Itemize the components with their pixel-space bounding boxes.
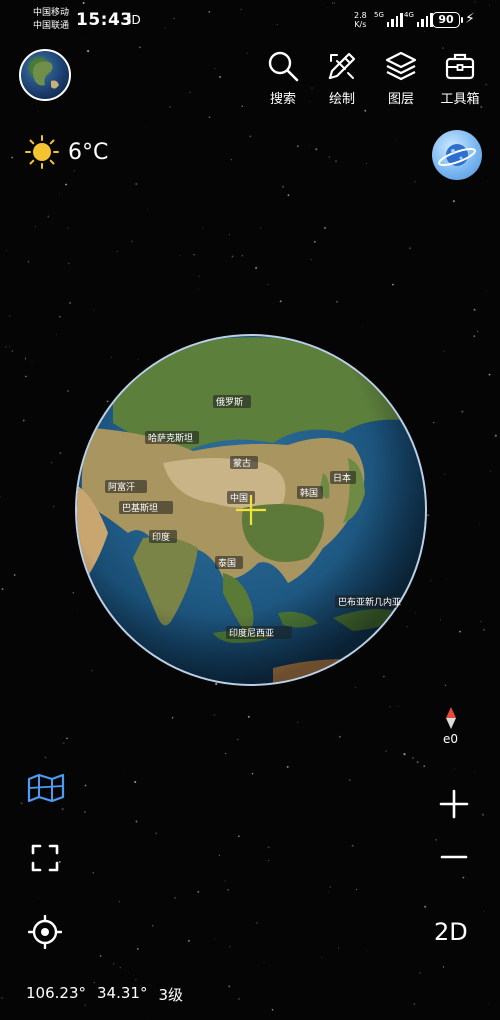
svg-text:印度: 印度 — [152, 531, 170, 543]
label-indonesia: 印度尼西亚 — [226, 626, 292, 639]
toolbox-button[interactable]: 工具箱 — [430, 49, 490, 107]
network-speed-unit: K/s — [354, 20, 367, 29]
network-speed-value: 2.8 — [354, 11, 367, 20]
svg-text:哈萨克斯坦: 哈萨克斯坦 — [148, 432, 193, 444]
label-japan: 日本 — [330, 471, 356, 484]
label-russia: 俄罗斯 — [213, 395, 251, 408]
minus-icon — [440, 855, 468, 859]
svg-text:韩国: 韩国 — [300, 487, 318, 499]
compass-heading: e0 — [443, 732, 459, 746]
earth-globe: 俄罗斯 哈萨克斯坦 蒙古 韩国 日本 阿富汗 巴基斯坦 中国 印度 泰国 巴布亚… — [75, 334, 427, 686]
map-view-button[interactable] — [27, 770, 65, 804]
compass[interactable]: e0 — [443, 707, 458, 746]
locate-button[interactable] — [27, 914, 63, 950]
label-korea: 韩国 — [297, 486, 323, 499]
weather-widget[interactable]: 6°C — [24, 134, 108, 170]
search-button[interactable]: 搜索 — [253, 49, 313, 107]
carrier-names: 中国移动 中国联通 — [33, 7, 69, 33]
label-kazakhstan: 哈萨克斯坦 — [145, 431, 199, 444]
planet-button[interactable] — [432, 130, 482, 180]
fullscreen-button[interactable] — [28, 841, 62, 875]
svg-text:阿富汗: 阿富汗 — [108, 481, 135, 493]
temperature: 6°C — [68, 139, 109, 165]
label-india: 印度 — [149, 530, 177, 543]
draw-icon — [328, 52, 356, 80]
layers-icon — [385, 51, 417, 81]
svg-text:蒙古: 蒙古 — [233, 457, 251, 469]
coordinates-readout: 106.23° 34.31° 3级 — [26, 984, 183, 1005]
layers-button[interactable]: 图层 — [371, 49, 431, 107]
svg-text:日本: 日本 — [333, 472, 351, 484]
signal-2-tag: 4G — [404, 11, 414, 19]
label-pakistan: 巴基斯坦 — [119, 501, 173, 514]
status-time: 15:43 — [76, 10, 133, 30]
locate-icon — [28, 915, 62, 949]
label-papua: 巴布亚新几内亚 — [335, 595, 401, 608]
svg-text:中国: 中国 — [230, 492, 248, 504]
label-afghanistan: 阿富汗 — [105, 480, 147, 493]
basemap-thumbnail-button[interactable] — [19, 49, 71, 101]
charging-icon: ⚡ — [465, 11, 475, 27]
sim-status-icon: ÌD — [128, 13, 141, 27]
svg-text:泰国: 泰国 — [218, 557, 236, 569]
toolbox-label: 工具箱 — [440, 92, 480, 107]
folded-map-icon — [27, 773, 65, 802]
zoom-out-button[interactable] — [437, 842, 471, 872]
plus-icon — [439, 789, 469, 819]
toolbox-icon — [445, 53, 475, 80]
sun-icon — [25, 135, 59, 169]
battery-icon: 90 — [432, 12, 463, 28]
compass-icon — [445, 707, 456, 729]
fullscreen-icon — [31, 844, 59, 872]
draw-button[interactable]: 绘制 — [312, 49, 372, 107]
svg-text:俄罗斯: 俄罗斯 — [216, 396, 243, 408]
label-thailand: 泰国 — [215, 556, 243, 569]
signal-1-tag: 5G — [374, 11, 384, 19]
draw-label: 绘制 — [328, 92, 355, 107]
signal-2-icon: 4G — [404, 11, 433, 27]
signal-1-icon: 5G — [374, 11, 403, 27]
layers-label: 图层 — [387, 92, 414, 107]
status-bar: 中国移动 中国联通 15:43 ÌD 2.8 K/s 5G 4G 90 ⚡ — [0, 0, 500, 40]
2d-mode-button[interactable]: 2D — [434, 918, 468, 946]
globe-view[interactable]: 俄罗斯 哈萨克斯坦 蒙古 韩国 日本 阿富汗 巴基斯坦 中国 印度 泰国 巴布亚… — [73, 333, 429, 687]
longitude: 106.23° — [26, 984, 86, 1002]
carrier-1: 中国移动 — [33, 8, 70, 18]
zoom-level: 3级 — [158, 986, 183, 1004]
svg-text:巴布亚新几内亚: 巴布亚新几内亚 — [338, 596, 401, 608]
carrier-2: 中国联通 — [33, 21, 70, 31]
planet-icon — [438, 144, 476, 167]
search-icon — [268, 51, 299, 82]
latitude: 34.31° — [97, 984, 148, 1002]
label-mongolia: 蒙古 — [230, 456, 258, 469]
search-label: 搜索 — [269, 92, 296, 107]
svg-text:巴基斯坦: 巴基斯坦 — [122, 502, 158, 514]
network-speed: 2.8 K/s — [354, 11, 367, 29]
zoom-in-button[interactable] — [437, 787, 471, 821]
svg-text:印度尼西亚: 印度尼西亚 — [229, 627, 274, 639]
